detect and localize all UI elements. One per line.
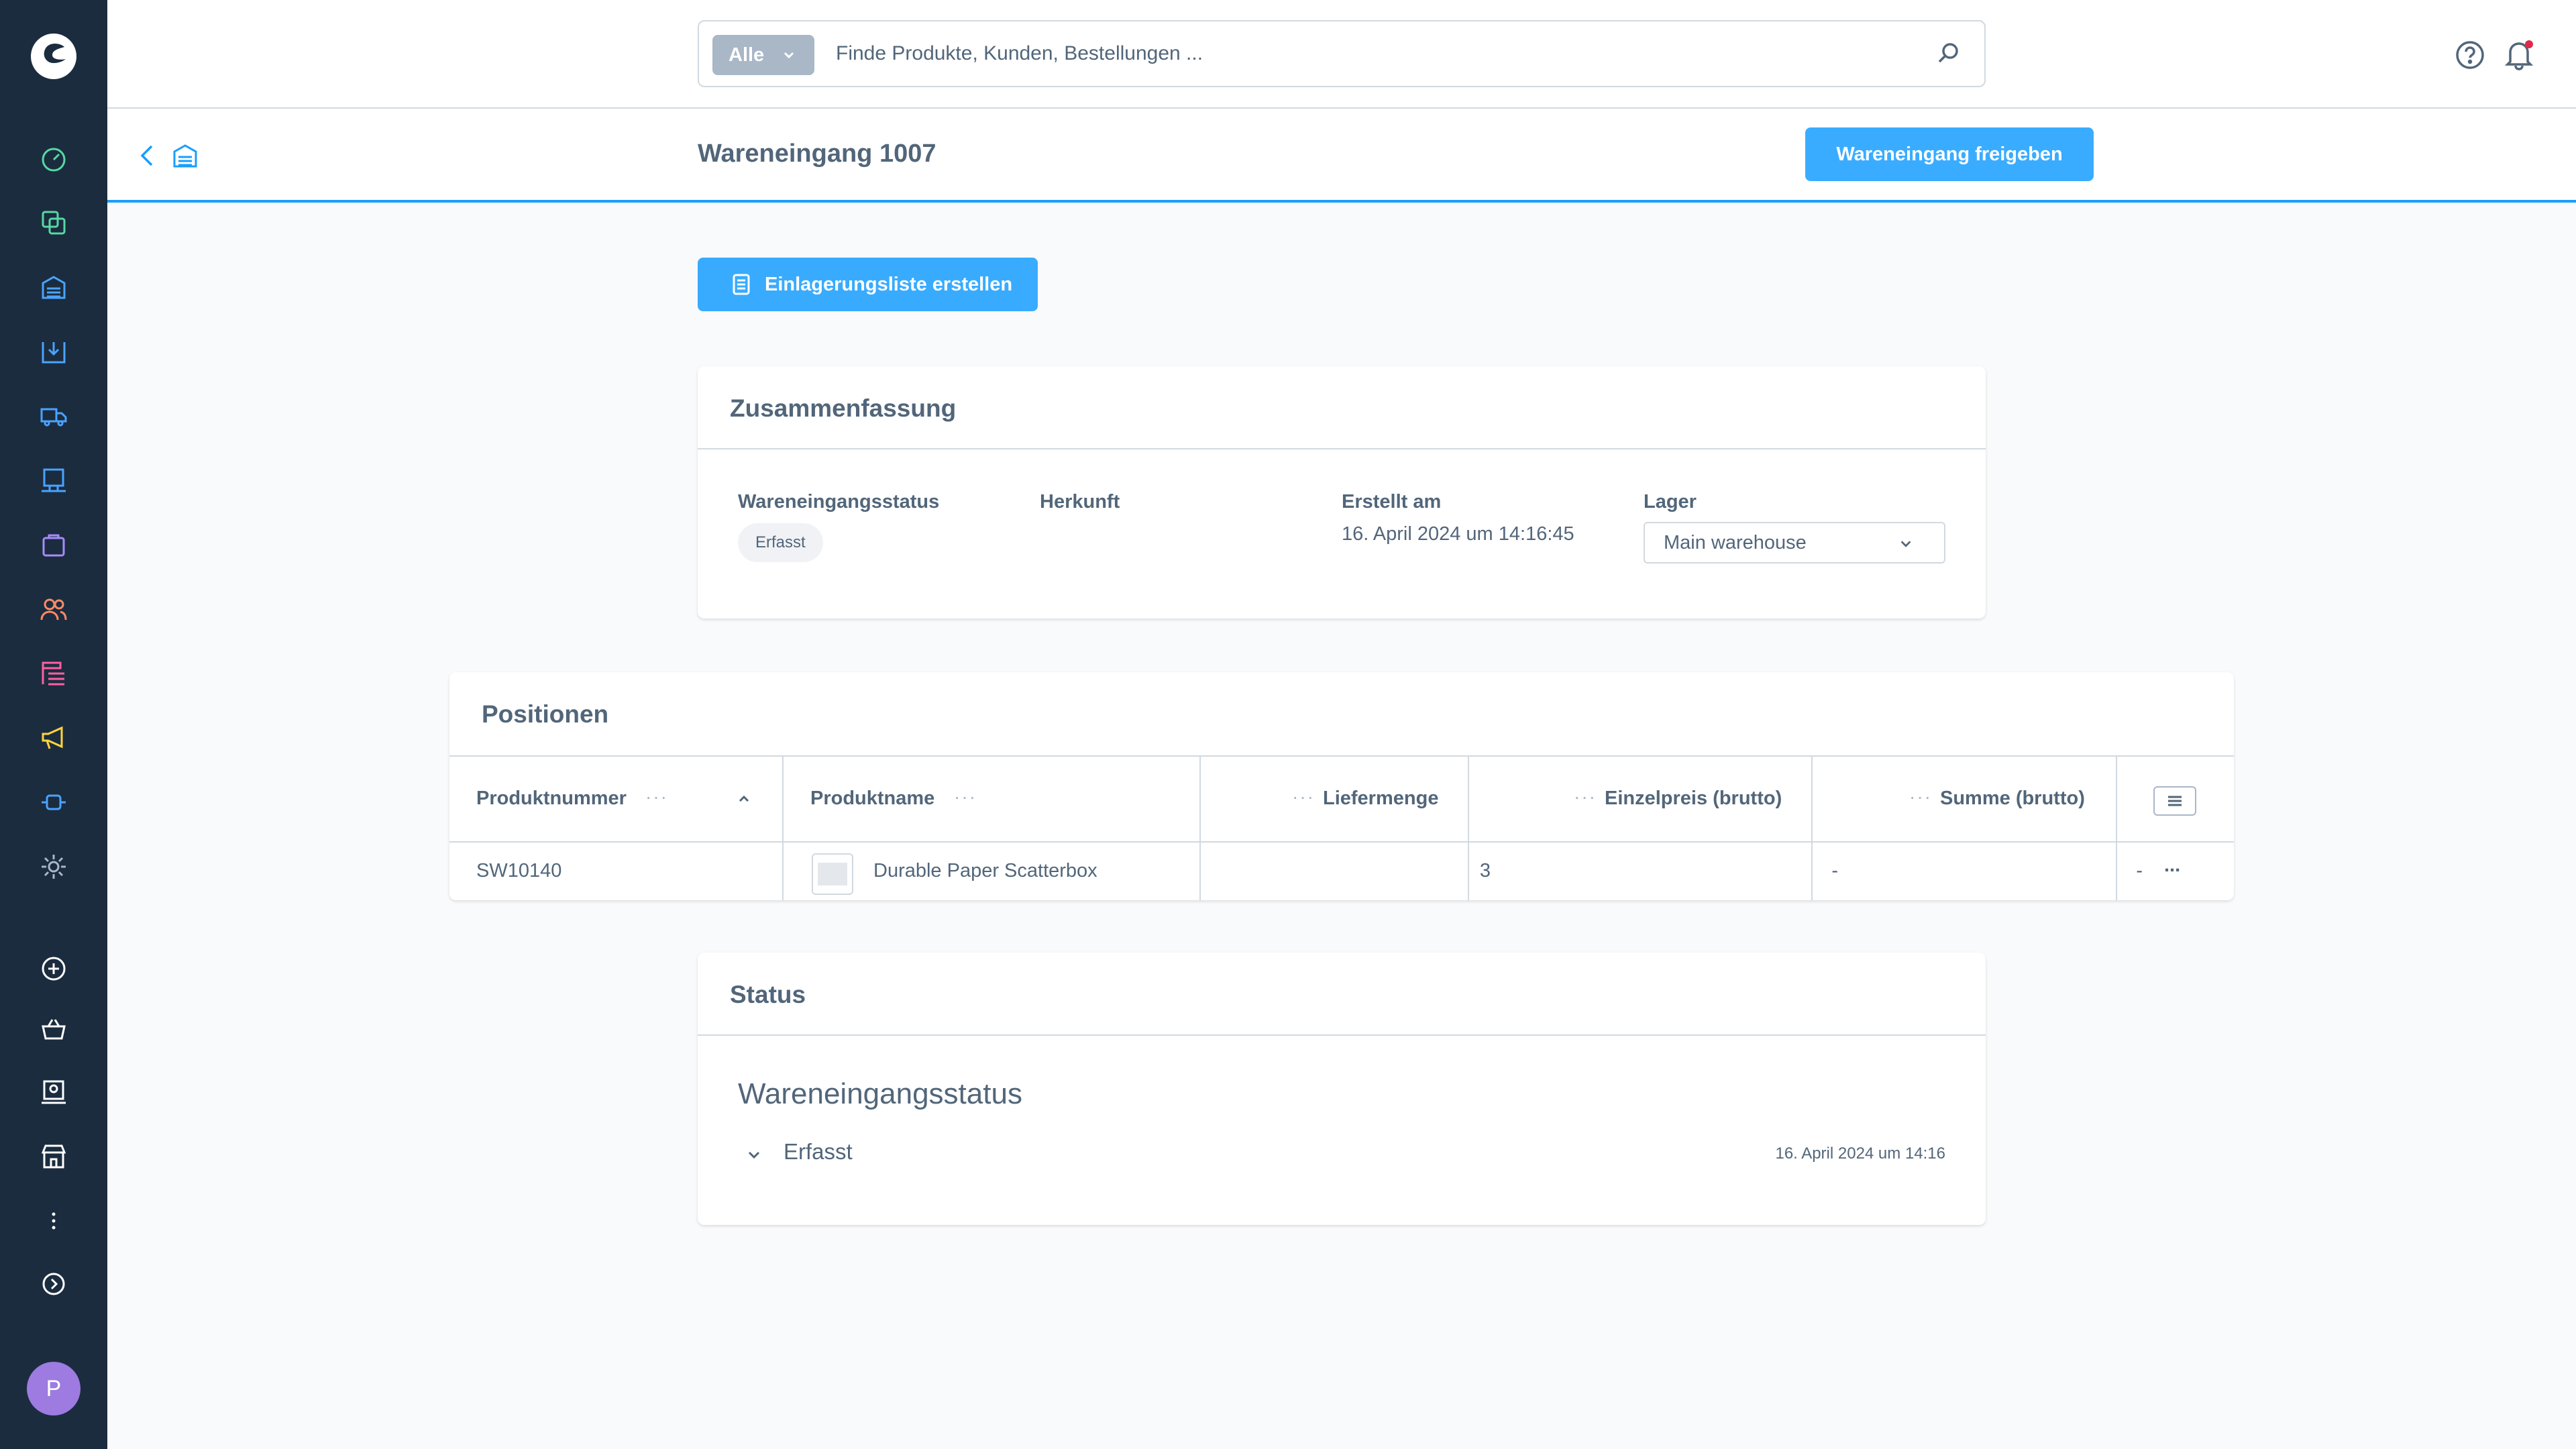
warehouse-module-icon bbox=[173, 144, 197, 168]
user-avatar[interactable]: P bbox=[27, 1362, 80, 1415]
status-divider bbox=[698, 1034, 1986, 1036]
sort-ascending-icon[interactable] bbox=[737, 792, 751, 806]
settings-gear-icon[interactable] bbox=[38, 851, 70, 883]
status-badge: Erfasst bbox=[738, 523, 823, 562]
add-circle-icon[interactable] bbox=[38, 953, 70, 985]
search-input[interactable] bbox=[836, 21, 1882, 86]
expand-sidebar-icon[interactable] bbox=[38, 1268, 70, 1300]
column-menu-icon[interactable]: ··· bbox=[1292, 786, 1315, 808]
search-type-select[interactable]: Alle bbox=[712, 35, 814, 75]
dashboard-icon[interactable] bbox=[38, 142, 70, 174]
column-divider bbox=[1468, 757, 1469, 900]
cell-unit-price: - bbox=[1831, 860, 1838, 881]
basket-icon[interactable] bbox=[38, 1013, 70, 1045]
help-icon[interactable] bbox=[2454, 39, 2486, 71]
status-title: Status bbox=[730, 981, 806, 1008]
created-label: Erstellt am bbox=[1342, 491, 1442, 513]
warehouse-select[interactable]: Main warehouse bbox=[1644, 522, 1945, 564]
status-card: Status Wareneingangsstatus Erfasst 16. A… bbox=[698, 953, 1986, 1225]
column-header-delivery-quantity[interactable]: Liefermenge bbox=[1323, 788, 1438, 810]
cell-product-name[interactable]: Durable Paper Scatterbox bbox=[873, 860, 1097, 882]
column-header-unit-price[interactable]: Einzelpreis (brutto) bbox=[1605, 788, 1782, 810]
positions-table: Produktnummer ··· Produktname ··· ··· Li… bbox=[449, 755, 2234, 900]
column-divider bbox=[2116, 757, 2117, 900]
cell-product-number: SW10140 bbox=[476, 860, 562, 881]
page-title: Wareneingang 1007 bbox=[698, 140, 936, 168]
catalogues-icon[interactable] bbox=[38, 207, 70, 239]
incoming-goods-icon[interactable] bbox=[38, 335, 70, 368]
column-divider bbox=[1199, 757, 1201, 900]
table-header-row: Produktnummer ··· Produktname ··· ··· Li… bbox=[449, 757, 2234, 843]
column-header-product-number[interactable]: Produktnummer bbox=[476, 788, 627, 810]
summary-card: Zusammenfassung Wareneingangsstatus Erfa… bbox=[698, 366, 1986, 619]
chevron-down-icon[interactable] bbox=[746, 1147, 762, 1163]
warehouse-icon[interactable] bbox=[38, 271, 70, 303]
orders-bag-icon[interactable] bbox=[38, 529, 70, 561]
status-history-date: 16. April 2024 um 14:16 bbox=[1775, 1144, 1945, 1163]
column-menu-icon[interactable]: ··· bbox=[1574, 786, 1597, 808]
summary-divider bbox=[698, 448, 1986, 449]
more-vertical-icon[interactable] bbox=[38, 1205, 70, 1237]
search-type-label: Alle bbox=[729, 44, 765, 66]
positions-title: Positionen bbox=[482, 700, 609, 728]
marketing-megaphone-icon[interactable] bbox=[38, 722, 70, 754]
content-icon[interactable] bbox=[38, 657, 70, 690]
create-storage-list-button[interactable]: Einlagerungsliste erstellen bbox=[698, 258, 1038, 311]
chevron-down-icon bbox=[1900, 541, 1911, 547]
summary-title: Zusammenfassung bbox=[730, 394, 957, 422]
extensions-plug-icon[interactable] bbox=[38, 786, 70, 818]
cell-delivery-quantity: 3 bbox=[1479, 860, 1491, 881]
created-value: 16. April 2024 um 14:16:45 bbox=[1342, 523, 1574, 545]
user-profile-icon[interactable] bbox=[38, 1076, 70, 1108]
column-menu-icon[interactable]: ··· bbox=[1909, 786, 1932, 808]
column-menu-icon[interactable]: ··· bbox=[954, 786, 977, 808]
global-search: Alle bbox=[698, 20, 1986, 87]
status-history-heading: Wareneingangsstatus bbox=[738, 1077, 1022, 1110]
column-header-product-name[interactable]: Produktname bbox=[810, 788, 934, 810]
customers-icon[interactable] bbox=[38, 593, 70, 625]
create-storage-list-label: Einlagerungsliste erstellen bbox=[765, 273, 1013, 295]
shipping-truck-icon[interactable] bbox=[38, 400, 70, 432]
chevron-down-icon bbox=[784, 52, 794, 59]
status-label: Wareneingangsstatus bbox=[738, 491, 940, 513]
table-row[interactable]: SW10140 Durable Paper Scatterbox 3 - - .… bbox=[449, 843, 2234, 900]
row-context-menu-button[interactable]: ... bbox=[2164, 855, 2180, 877]
column-divider bbox=[1811, 757, 1813, 900]
notification-bell-icon[interactable] bbox=[2502, 38, 2536, 71]
menu-lines-icon bbox=[2168, 796, 2182, 806]
origin-label: Herkunft bbox=[1040, 491, 1120, 513]
column-settings-button[interactable] bbox=[2153, 786, 2196, 816]
storefront-icon[interactable] bbox=[38, 1140, 70, 1173]
top-bar: Alle bbox=[107, 0, 2576, 109]
cell-total: - bbox=[2136, 860, 2143, 881]
shopware-logo-icon[interactable] bbox=[30, 32, 78, 80]
product-thumbnail bbox=[812, 853, 853, 895]
admin-sidebar: P bbox=[0, 0, 107, 1449]
column-header-total[interactable]: Summe (brutto) bbox=[1940, 788, 2085, 810]
column-menu-icon[interactable]: ··· bbox=[645, 786, 668, 808]
back-arrow-icon[interactable] bbox=[134, 142, 161, 169]
release-incoming-goods-button[interactable]: Wareneingang freigeben bbox=[1805, 127, 2094, 181]
positions-card: Positionen Produktnummer ··· Produktname… bbox=[449, 672, 2234, 900]
warehouse-label: Lager bbox=[1644, 491, 1697, 513]
page-header: Wareneingang 1007 Wareneingang freigeben bbox=[107, 109, 2576, 203]
search-icon[interactable] bbox=[1935, 40, 1962, 67]
column-divider bbox=[782, 757, 784, 900]
document-list-icon bbox=[733, 274, 750, 295]
status-history-entry[interactable]: Erfasst bbox=[784, 1139, 853, 1165]
warehouse-select-value: Main warehouse bbox=[1664, 531, 1807, 553]
pos-register-icon[interactable] bbox=[38, 464, 70, 496]
